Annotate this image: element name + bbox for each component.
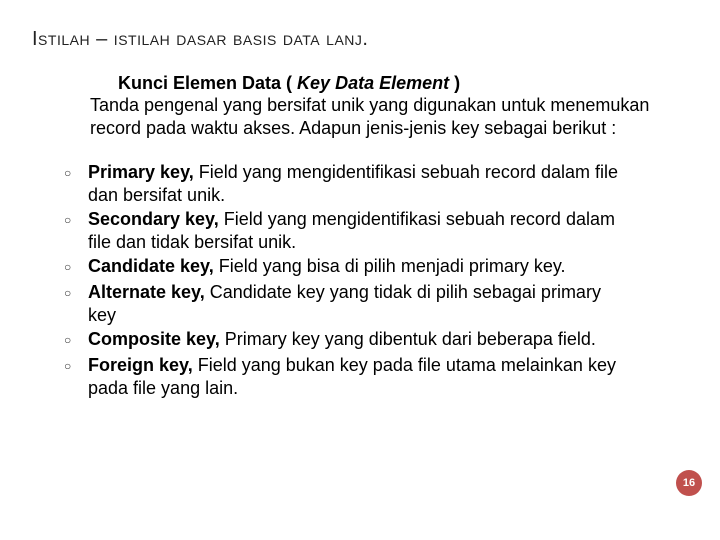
key-text: Foreign key, Field yang bukan key pada f… xyxy=(88,354,630,399)
key-name: Secondary key, xyxy=(88,209,219,229)
list-item: ○ Candidate key, Field yang bisa di pili… xyxy=(60,255,630,279)
key-text: Secondary key, Field yang mengidentifika… xyxy=(88,208,630,253)
key-text: Primary key, Field yang mengidentifikasi… xyxy=(88,161,630,206)
bullet-icon: ○ xyxy=(60,281,88,305)
key-desc: Primary key yang dibentuk dari beberapa … xyxy=(220,329,596,349)
key-text: Alternate key, Candidate key yang tidak … xyxy=(88,281,630,326)
page-title: Istilah – istilah dasar basis data lanj. xyxy=(30,28,690,51)
slide: Istilah – istilah dasar basis data lanj.… xyxy=(0,0,720,540)
bullet-icon: ○ xyxy=(60,161,88,185)
list-item: ○ Alternate key, Candidate key yang tida… xyxy=(60,281,630,326)
key-text: Composite key, Primary key yang dibentuk… xyxy=(88,328,596,351)
bullet-icon: ○ xyxy=(60,354,88,378)
key-name: Composite key, xyxy=(88,329,220,349)
intro-heading: Kunci Elemen Data ( Key Data Element ) xyxy=(118,73,650,94)
intro-heading-close: ) xyxy=(449,73,460,93)
page-number-badge: 16 xyxy=(676,470,702,496)
key-name: Foreign key, xyxy=(88,355,193,375)
list-item: ○ Foreign key, Field yang bukan key pada… xyxy=(60,354,630,399)
intro-block: Kunci Elemen Data ( Key Data Element ) T… xyxy=(90,73,650,139)
key-name: Alternate key, xyxy=(88,282,205,302)
key-name: Candidate key, xyxy=(88,256,214,276)
bullet-icon: ○ xyxy=(60,208,88,232)
intro-heading-plain: Kunci Elemen Data ( xyxy=(118,73,297,93)
list-item: ○ Secondary key, Field yang mengidentifi… xyxy=(60,208,630,253)
bullet-icon: ○ xyxy=(60,255,88,279)
key-name: Primary key, xyxy=(88,162,194,182)
intro-body: Tanda pengenal yang bersifat unik yang d… xyxy=(90,94,650,139)
list-item: ○ Primary key, Field yang mengidentifika… xyxy=(60,161,630,206)
bullet-icon: ○ xyxy=(60,328,88,352)
intro-heading-italic: Key Data Element xyxy=(297,73,449,93)
key-text: Candidate key, Field yang bisa di pilih … xyxy=(88,255,566,278)
key-desc: Field yang bisa di pilih menjadi primary… xyxy=(214,256,566,276)
list-item: ○ Composite key, Primary key yang dibent… xyxy=(60,328,630,352)
key-list: ○ Primary key, Field yang mengidentifika… xyxy=(60,161,630,399)
